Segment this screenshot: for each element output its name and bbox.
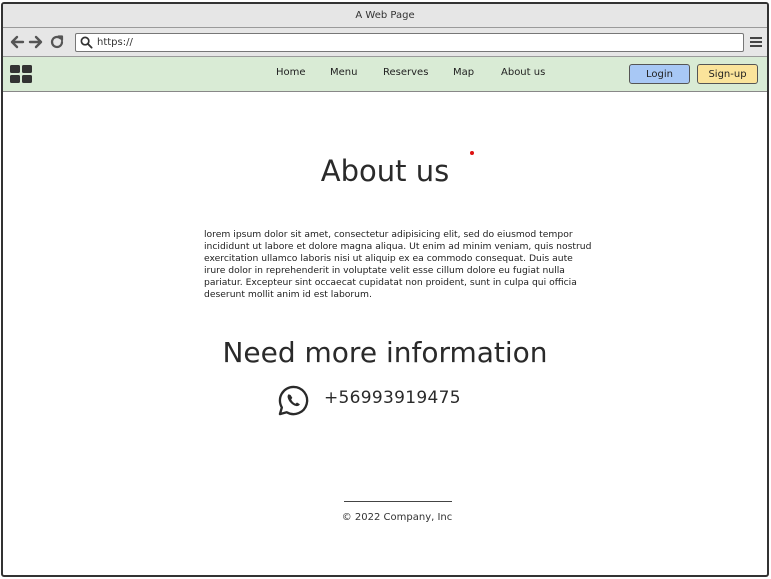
nav-link-reserves[interactable]: Reserves xyxy=(383,67,428,78)
arrow-left-icon[interactable] xyxy=(9,34,25,50)
nav-link-menu[interactable]: Menu xyxy=(330,67,357,78)
nav-link-about-us[interactable]: About us xyxy=(501,67,545,78)
whatsapp-icon[interactable] xyxy=(277,384,310,417)
address-bar[interactable]: https:// xyxy=(75,33,744,52)
address-text: https:// xyxy=(97,37,133,48)
window-title: A Web Page xyxy=(355,10,415,21)
about-paragraph: lorem ipsum dolor sit amet, consectetur … xyxy=(204,229,592,300)
nav-link-map[interactable]: Map xyxy=(453,67,474,78)
window-titlebar: A Web Page xyxy=(3,4,767,28)
reload-icon[interactable] xyxy=(49,34,65,50)
login-button[interactable]: Login xyxy=(629,64,690,84)
info-heading: Need more information xyxy=(222,336,548,369)
site-navbar: Home Menu Reserves Map About us Login Si… xyxy=(3,57,767,92)
browser-window: A Web Page https:// Home Menu Reserves M… xyxy=(1,2,769,577)
search-icon xyxy=(80,36,93,49)
footer-divider xyxy=(344,501,452,502)
grid-logo-icon[interactable] xyxy=(9,64,33,84)
footer-copyright: © 2022 Company, Inc xyxy=(341,512,453,523)
nav-link-home[interactable]: Home xyxy=(276,67,306,78)
browser-toolbar: https:// xyxy=(3,28,767,57)
arrow-right-icon[interactable] xyxy=(28,34,44,50)
hamburger-icon[interactable] xyxy=(749,35,763,49)
signup-button[interactable]: Sign-up xyxy=(697,64,758,84)
phone-number[interactable]: +56993919475 xyxy=(324,388,461,408)
about-heading: About us xyxy=(320,154,450,188)
